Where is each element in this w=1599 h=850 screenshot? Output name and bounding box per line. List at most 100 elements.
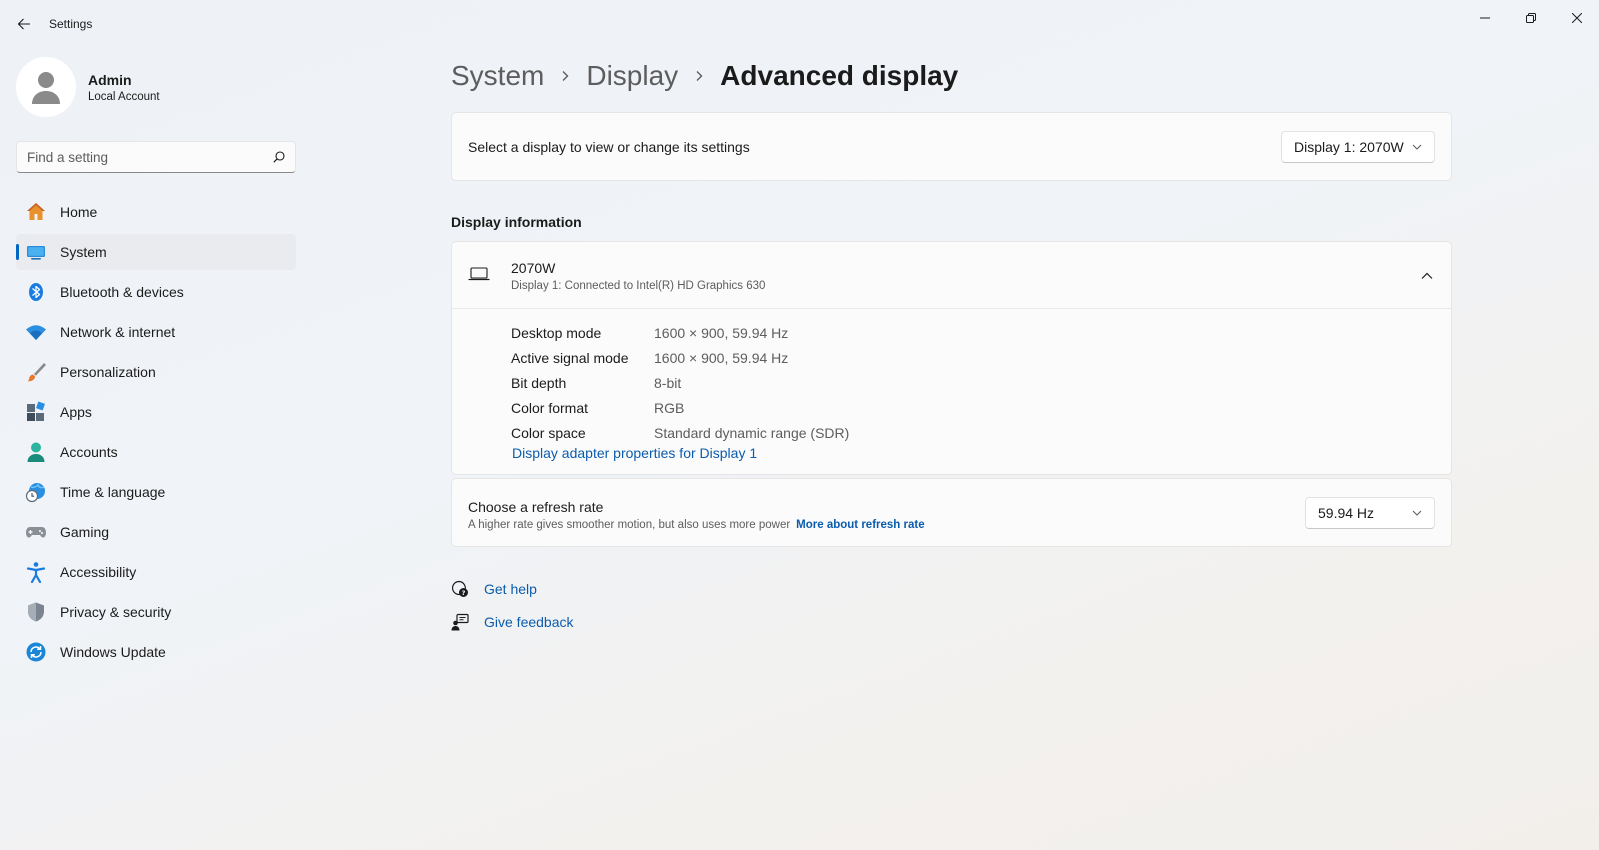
info-row-color-space: Color space Standard dynamic range (SDR) [511,420,849,445]
sidebar-item-label: Gaming [60,524,110,540]
help-links: ? Get help Give feedback [451,578,574,644]
info-value: 1600 × 900, 59.94 Hz [654,349,789,366]
title-bar: Settings [0,0,1599,48]
avatar [16,57,76,117]
feedback-icon [451,613,469,631]
sidebar-item-personalization[interactable]: Personalization [16,354,296,390]
shield-icon [25,601,47,623]
sidebar-item-bluetooth[interactable]: Bluetooth & devices [16,274,296,310]
bluetooth-icon [25,281,47,303]
info-row-active-signal-mode: Active signal mode 1600 × 900, 59.94 Hz [511,345,849,370]
info-key: Desktop mode [511,324,602,341]
sidebar-item-label: Bluetooth & devices [60,284,184,300]
sidebar-item-accessibility[interactable]: Accessibility [16,554,296,590]
sidebar-item-label: Privacy & security [60,604,172,620]
sidebar-item-label: System [60,244,107,260]
refresh-rate-label: Choose a refresh rate [468,499,604,515]
section-title-display-information: Display information [451,214,582,230]
display-info-rows: Desktop mode 1600 × 900, 59.94 Hz Active… [511,320,849,445]
minimize-icon [1480,17,1490,19]
monitor-name: 2070W [511,260,556,276]
give-feedback-label: Give feedback [484,614,574,630]
display-select-label: Select a display to view or change its s… [468,139,750,155]
help-icon: ? [451,580,469,598]
refresh-rate-dropdown-value: 59.94 Hz [1318,505,1375,521]
sidebar-item-home[interactable]: Home [16,194,296,230]
info-row-color-format: Color format RGB [511,395,849,420]
sidebar-item-gaming[interactable]: Gaming [16,514,296,550]
sidebar-item-label: Personalization [60,364,156,380]
back-button[interactable] [12,12,36,36]
give-feedback-link[interactable]: Give feedback [451,611,574,633]
sidebar-item-network[interactable]: Network & internet [16,314,296,350]
sidebar-item-apps[interactable]: Apps [16,394,296,430]
refresh-rate-description-text: A higher rate gives smoother motion, but… [468,519,791,531]
display-info-header[interactable]: 2070W Display 1: Connected to Intel(R) H… [452,242,1451,309]
person-icon [32,72,60,104]
refresh-rate-card: Choose a refresh rate A higher rate give… [451,478,1452,547]
sidebar-item-label: Windows Update [60,644,166,660]
refresh-rate-dropdown[interactable]: 59.94 Hz [1305,497,1435,529]
display-adapter-properties-link[interactable]: Display adapter properties for Display 1 [512,445,757,461]
restore-button[interactable] [1508,4,1554,32]
info-row-desktop-mode: Desktop mode 1600 × 900, 59.94 Hz [511,320,849,345]
search-box[interactable] [16,141,296,173]
refresh-rate-description: A higher rate gives smoother motion, but… [468,519,925,531]
app-title: Settings [49,17,93,31]
home-icon [25,201,47,223]
laptop-icon [468,266,490,287]
more-about-refresh-rate-link[interactable]: More about refresh rate [796,519,924,531]
sidebar-nav: Home System Bluetooth & devices Network … [16,194,296,674]
display-dropdown[interactable]: Display 1: 2070W [1281,131,1435,163]
get-help-label: Get help [484,581,537,597]
close-button[interactable] [1554,4,1599,32]
sidebar-item-label: Accounts [60,444,118,460]
breadcrumb-display[interactable]: Display [586,60,678,92]
display-dropdown-value: Display 1: 2070W [1294,139,1404,155]
sidebar-item-system[interactable]: System [16,234,296,270]
info-value: Standard dynamic range (SDR) [654,424,850,441]
chevron-right-icon [694,70,704,82]
info-value: RGB [654,399,685,416]
sidebar-item-label: Network & internet [60,324,176,340]
sidebar-item-label: Home [60,204,98,220]
accessibility-icon [25,561,47,583]
update-icon [25,641,47,663]
globe-clock-icon [25,481,47,503]
chevron-up-icon[interactable] [1419,268,1435,284]
chevron-down-icon [1412,510,1422,516]
back-arrow-icon [17,18,30,30]
minimize-button[interactable] [1462,4,1508,32]
sidebar-item-label: Apps [60,404,92,420]
controller-icon [25,521,47,543]
profile-name: Admin [88,71,132,88]
search-icon [273,151,285,163]
monitor-connection: Display 1: Connected to Intel(R) HD Grap… [511,280,766,292]
info-key: Bit depth [511,374,567,391]
info-key: Color format [511,399,589,416]
breadcrumb: System Display Advanced display [451,56,958,96]
info-row-bit-depth: Bit depth 8-bit [511,370,849,395]
apps-icon [25,401,47,423]
info-key: Active signal mode [511,349,629,366]
user-profile[interactable]: Admin Local Account [16,57,160,117]
info-value: 1600 × 900, 59.94 Hz [654,324,789,341]
sidebar-item-accounts[interactable]: Accounts [16,434,296,470]
chevron-down-icon [1412,144,1422,150]
brush-icon [25,361,47,383]
svg-text:?: ? [462,589,466,597]
profile-account-type: Local Account [88,90,160,103]
display-info-card: 2070W Display 1: Connected to Intel(R) H… [451,241,1452,475]
breadcrumb-system[interactable]: System [451,60,544,92]
sidebar-item-windows-update[interactable]: Windows Update [16,634,296,670]
sidebar-item-privacy-security[interactable]: Privacy & security [16,594,296,630]
sidebar-item-time-language[interactable]: Time & language [16,474,296,510]
accounts-icon [25,441,47,463]
get-help-link[interactable]: ? Get help [451,578,574,600]
search-input[interactable] [27,149,273,165]
sidebar-item-label: Accessibility [60,564,137,580]
page-title: Advanced display [720,60,959,91]
info-key: Color space [511,424,586,441]
system-icon [25,241,47,263]
display-select-card: Select a display to view or change its s… [451,112,1452,181]
